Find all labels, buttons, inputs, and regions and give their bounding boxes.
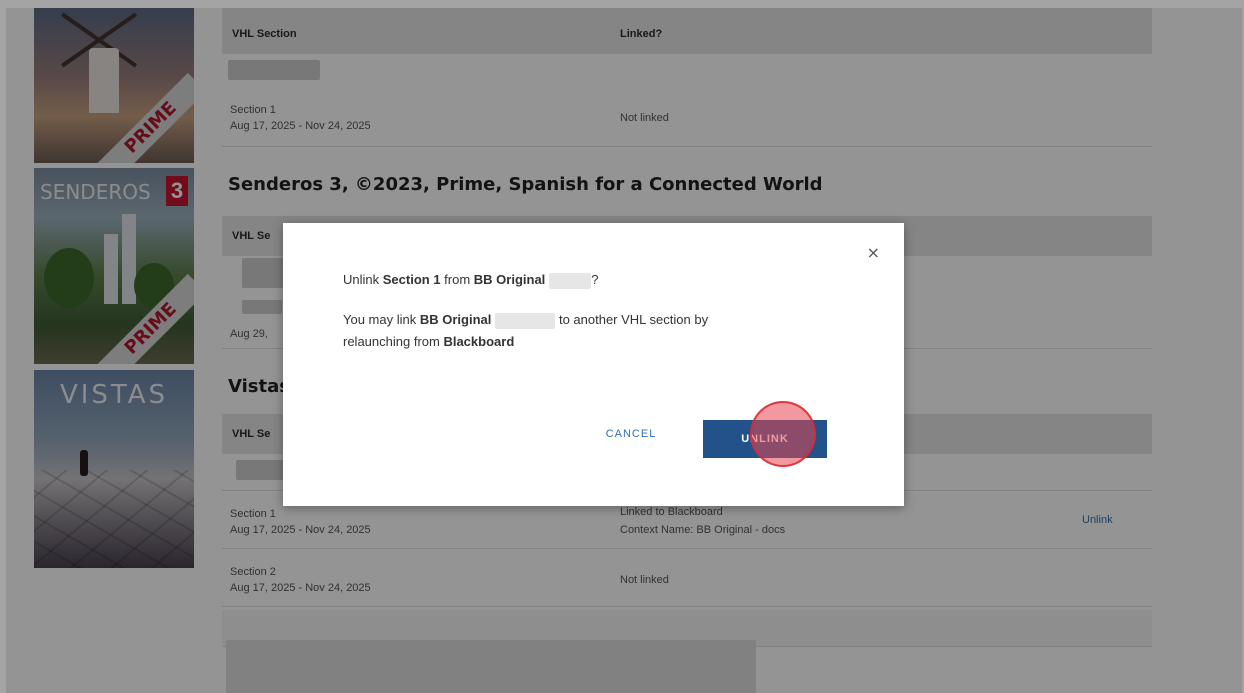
- question-mid: from: [440, 272, 474, 287]
- platform-name: Blackboard: [443, 334, 515, 349]
- redacted-inline: [549, 272, 592, 289]
- course-name: BB Original: [473, 272, 546, 287]
- info-prefix: You may link: [343, 312, 420, 327]
- section-name: Section 1: [382, 272, 441, 287]
- question-prefix: Unlink: [343, 272, 383, 287]
- info-prefix: relaunching from: [343, 334, 444, 349]
- course-name: BB Original: [419, 312, 492, 327]
- dialog-info-line: You may link BB Original to another VHL …: [343, 309, 708, 331]
- click-indicator: [750, 401, 816, 467]
- info-mid: to another VHL section by: [555, 312, 709, 327]
- unlink-dialog: × Unlink Section 1 from BB Original? You…: [283, 223, 904, 506]
- cancel-button[interactable]: CANCEL: [601, 428, 661, 440]
- dialog-question: Unlink Section 1 from BB Original?: [343, 269, 599, 291]
- close-icon[interactable]: ×: [867, 243, 880, 262]
- redacted-inline: [495, 312, 556, 329]
- dialog-info-line: relaunching from Blackboard: [343, 331, 514, 353]
- question-suffix: ?: [591, 272, 599, 287]
